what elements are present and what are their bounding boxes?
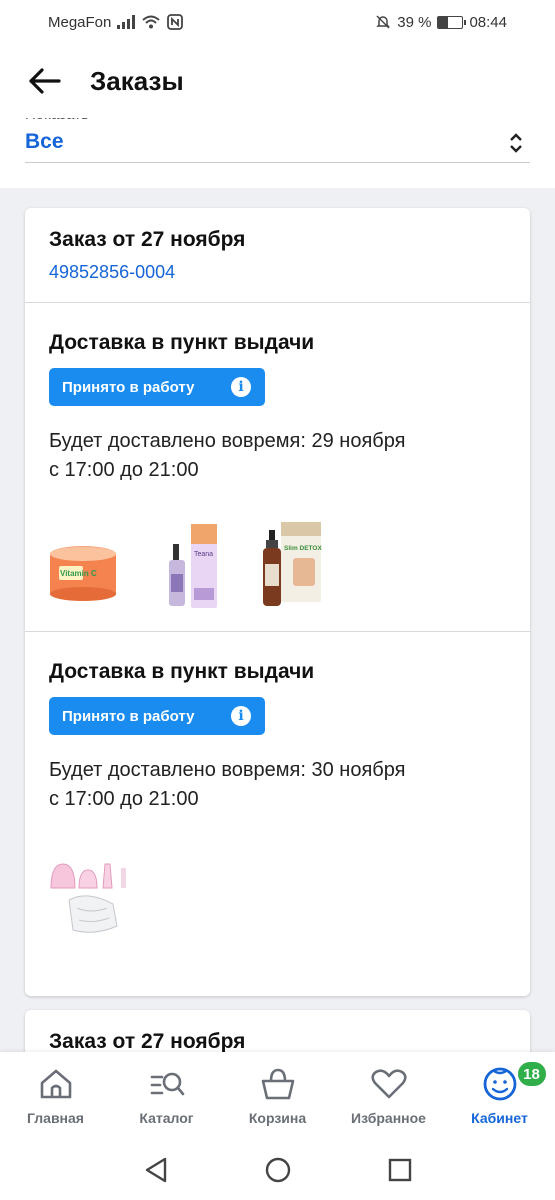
order-number-link[interactable]: 49852856-0004 [49, 262, 506, 283]
page-title: Заказы [90, 65, 184, 96]
status-left: MegaFon [48, 13, 184, 31]
eta-date: Будет доставлено вовремя: 29 ноября [49, 430, 406, 452]
order-title: Заказ от 27 ноября [49, 1030, 246, 1053]
nav-label: Избранное [351, 1110, 426, 1126]
eta-time: с 17:00 до 21:00 [49, 788, 199, 810]
catalog-search-icon [147, 1064, 187, 1104]
triangle-back-icon [145, 1157, 166, 1183]
spray-bottle-icon: Slim DETOX [263, 522, 322, 606]
basket-icon [258, 1064, 298, 1104]
info-icon[interactable]: i [231, 377, 251, 397]
nav-item-cart[interactable]: Корзина [224, 1064, 332, 1126]
delivery-eta: Будет доставлено вовремя: 29 ноября с 17… [49, 427, 499, 485]
circle-home-icon [265, 1157, 290, 1183]
app-bar: Заказы [0, 44, 555, 118]
carrier-name: MegaFon [48, 13, 112, 31]
chevron-up-down-icon[interactable] [507, 130, 525, 156]
back-arrow-icon [29, 68, 61, 94]
product-brand-label: Vitamin C [60, 569, 97, 578]
battery-icon [437, 15, 467, 29]
status-badge-label: Принято в работу [62, 378, 195, 396]
status-right: 39 % 08:44 [375, 14, 507, 31]
home-icon [36, 1064, 76, 1104]
back-button[interactable] [24, 61, 64, 101]
system-back-button[interactable] [141, 1155, 171, 1185]
signal-icon [117, 15, 136, 29]
nav-label: Каталог [139, 1110, 194, 1126]
product-brand-label: Slim DETOX [284, 545, 322, 552]
status-badge-label: Принято в работу [62, 707, 195, 725]
notification-count-badge: 18 [515, 1060, 548, 1088]
product-brand-label: Teana [194, 551, 213, 558]
filter-select[interactable]: Все [25, 130, 64, 154]
profile-icon [480, 1064, 520, 1104]
product-jar-thumbnail[interactable]: Vitamin C [47, 520, 119, 604]
eta-date: Будет доставлено вовремя: 30 ноября [49, 759, 406, 781]
system-home-button[interactable] [263, 1155, 293, 1185]
filter-underline [25, 162, 530, 163]
delivery-eta: Будет доставлено вовремя: 30 ноября с 17… [49, 756, 499, 814]
eta-time: с 17:00 до 21:00 [49, 459, 199, 481]
battery-percent: 39 % [397, 13, 432, 31]
bell-muted-icon [376, 15, 391, 29]
jar-icon: Vitamin C [50, 546, 116, 601]
product-spray-thumbnail[interactable]: Slim DETOX [257, 516, 327, 612]
nav-item-profile[interactable]: Кабинет 18 [446, 1060, 554, 1126]
massage-cups-icon [50, 863, 126, 933]
shipment-title: Доставка в пункт выдачи [49, 660, 315, 683]
nav-item-home[interactable]: Главная [2, 1064, 110, 1126]
product-massage-cups-thumbnail[interactable] [47, 850, 137, 940]
clock: 08:44 [469, 13, 507, 31]
nav-item-favorites[interactable]: Избранное [335, 1064, 443, 1126]
nav-label: Кабинет [471, 1110, 528, 1126]
status-badge[interactable]: Принято в работу i [49, 697, 265, 735]
nav-item-catalog[interactable]: Каталог [113, 1064, 221, 1126]
nav-label: Главная [27, 1110, 84, 1126]
system-nav-bar [0, 1140, 555, 1200]
wifi-icon [142, 15, 161, 29]
product-serum-thumbnail[interactable]: Teana [163, 518, 223, 610]
serum-bottle-icon: Teana [169, 524, 217, 608]
status-badge[interactable]: Принято в работу i [49, 368, 265, 406]
shipment-title: Доставка в пункт выдачи [49, 331, 315, 354]
order-card: Заказ от 27 ноября 49852856-0004 Доставк… [25, 208, 530, 996]
nav-label: Корзина [248, 1110, 307, 1126]
heart-icon [369, 1064, 409, 1104]
system-recents-button[interactable] [385, 1155, 415, 1185]
shipment: Доставка в пункт выдачи Принято в работу… [25, 303, 530, 631]
square-recents-icon [388, 1158, 411, 1182]
order-title: Заказ от 27 ноября [49, 228, 246, 251]
order-header: Заказ от 27 ноября 49852856-0004 [25, 208, 530, 303]
shipment: Доставка в пункт выдачи Принято в работу… [25, 632, 530, 996]
status-bar: MegaFon 39 % 08:44 [0, 0, 555, 44]
bottom-nav: Главная Каталог Корзина Избранное Кабине… [0, 1052, 555, 1140]
info-icon[interactable]: i [231, 706, 251, 726]
nfc-icon [167, 14, 184, 30]
